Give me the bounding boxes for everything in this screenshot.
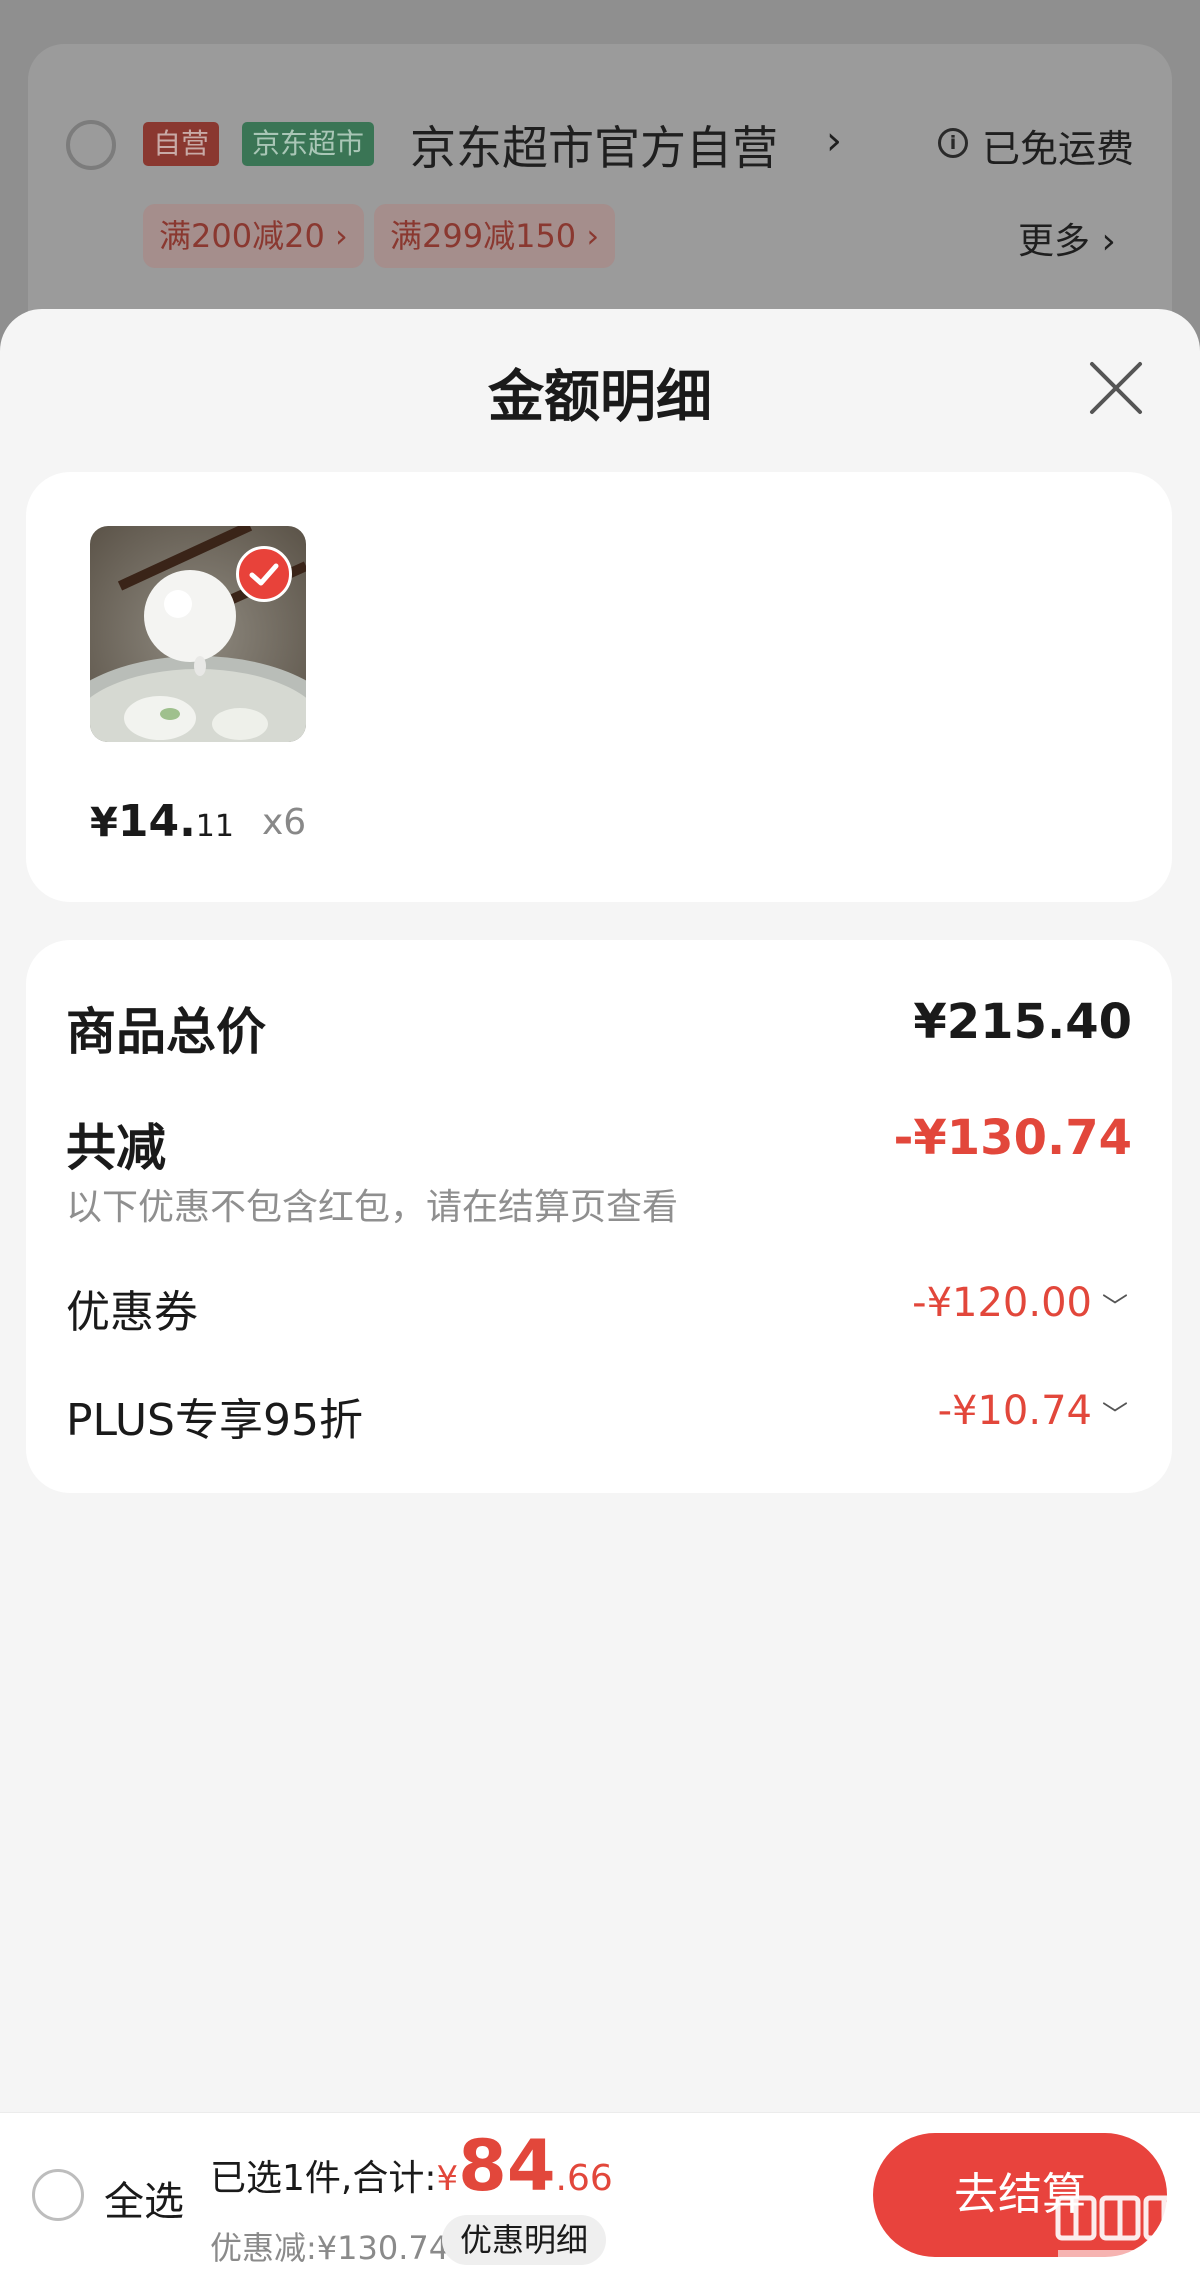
close-button[interactable] (1086, 358, 1146, 418)
watermark-logo (1055, 2195, 1185, 2260)
plus-discount-row[interactable]: -¥10.74 ﹀ (938, 1388, 1128, 1434)
coupon-discount-value: -¥120.00 (912, 1280, 1092, 1326)
redpacket-note: 以下优惠不包含红包，请在结算页查看 (66, 1187, 679, 1228)
quantity: x6 (262, 802, 307, 843)
unit-price-currency: ¥ (90, 800, 118, 846)
select-all-radio[interactable] (32, 2169, 84, 2221)
total-integer: 84 (458, 2125, 556, 2207)
chevron-right-icon: › (826, 118, 842, 164)
selected-count-text: 已选1件,合计: (210, 2158, 437, 2199)
selected-check-badge (236, 546, 292, 602)
product-card: ¥14.11 x6 (26, 472, 1172, 902)
sheet-title: 金额明细 (488, 365, 712, 430)
amount-detail-sheet: 金额明细 ¥14.11 x6 商品总价 ¥215.40 共减 -¥130.74 … (0, 309, 1200, 2109)
promo-tag-2[interactable]: 满299减150 › (374, 204, 616, 268)
total-reduction-label: 共减 (66, 1119, 166, 1177)
discount-detail-button[interactable]: 优惠明细 (442, 2215, 607, 2265)
jd-market-tag: 京东超市 (242, 122, 375, 166)
info-icon[interactable]: i (938, 128, 968, 158)
discount-amount: 优惠减:¥130.74 (210, 2229, 450, 2267)
total-price-value: ¥215.40 (913, 994, 1132, 1050)
product-thumbnail[interactable] (90, 526, 306, 742)
unit-price: ¥14.11 (90, 796, 234, 847)
plus-discount-label: PLUS专享95折 (66, 1395, 363, 1446)
total-currency: ¥ (436, 2159, 459, 2199)
check-icon (249, 563, 279, 586)
unit-price-integer: 14. (117, 796, 196, 847)
checkout-bar: 全选 已选1件,合计:¥84.66 优惠减:¥130.74 优惠明细 去结算 (0, 2112, 1200, 2276)
select-all-label[interactable]: 全选 (104, 2169, 184, 2227)
more-link[interactable]: 更多 › (1018, 212, 1116, 264)
chevron-down-icon: ﹀ (1101, 1400, 1128, 1431)
shop-select-radio[interactable] (66, 120, 116, 170)
self-operated-tag: 自营 (143, 122, 220, 166)
total-price-label: 商品总价 (66, 1003, 266, 1061)
selected-total: 已选1件,合计:¥84.66 (210, 2125, 613, 2207)
shipping-status: 已免运费 (982, 127, 1135, 171)
chevron-down-icon: ﹀ (1101, 1292, 1128, 1323)
coupon-discount-row[interactable]: -¥120.00 ﹀ (912, 1280, 1128, 1326)
total-decimal: .66 (555, 2158, 613, 2199)
coupon-label: 优惠券 (66, 1287, 198, 1338)
unit-price-decimal: 11 (195, 809, 234, 844)
shop-name[interactable]: 京东超市官方自营 (410, 112, 778, 178)
close-icon (1090, 362, 1142, 414)
promo-tag-1[interactable]: 满200减20 › (143, 204, 364, 268)
total-reduction-value: -¥130.74 (893, 1110, 1132, 1166)
price-summary-card: 商品总价 ¥215.40 共减 -¥130.74 以下优惠不包含红包，请在结算页… (26, 940, 1172, 1493)
plus-discount-value: -¥10.74 (937, 1388, 1092, 1434)
